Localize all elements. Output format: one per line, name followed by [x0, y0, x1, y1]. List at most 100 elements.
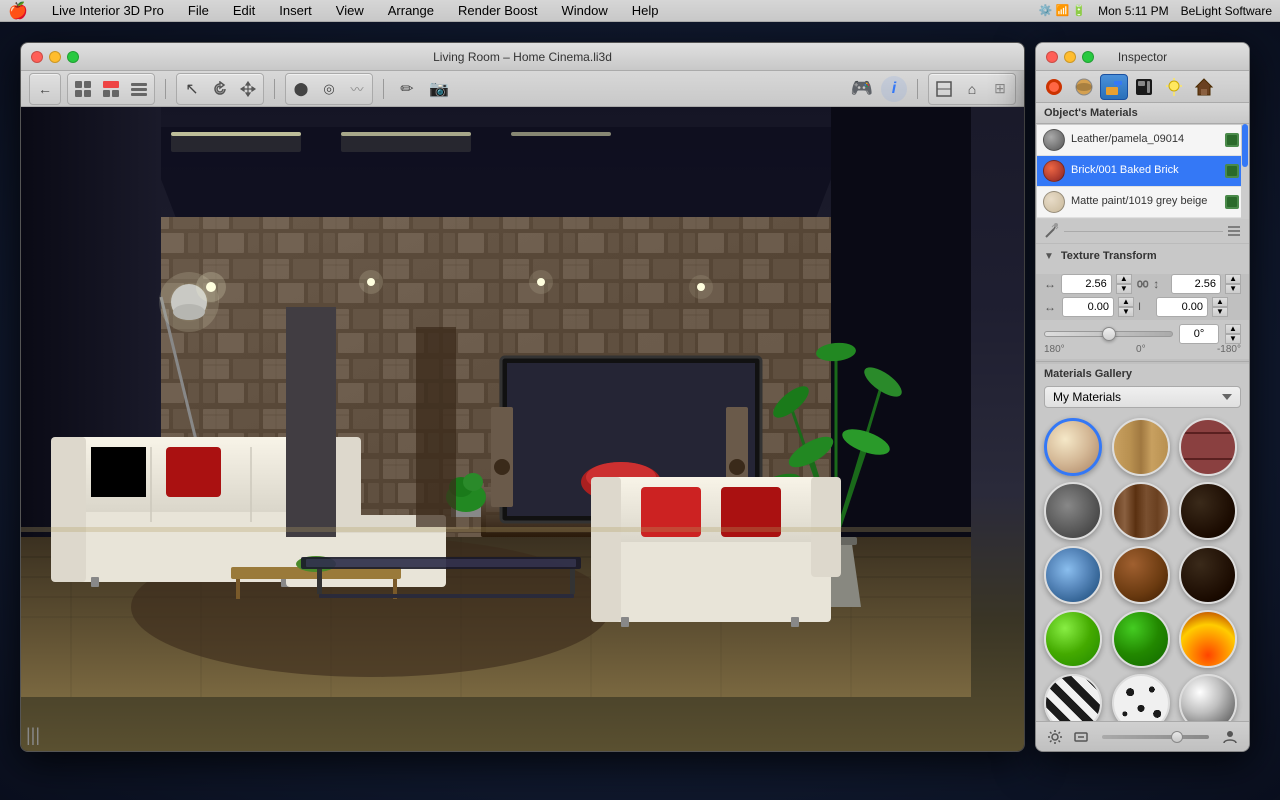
view-btn-1[interactable]: [931, 76, 957, 102]
material-name-leather: Leather/pamela_09014: [1071, 133, 1216, 146]
inspector-tab-house[interactable]: [1190, 74, 1218, 100]
menubar: 🍎 Live Interior 3D Pro File Edit Insert …: [0, 0, 1280, 22]
gallery-dropdown[interactable]: My Materials: [1044, 386, 1241, 408]
layout-btn-1[interactable]: [70, 76, 96, 102]
v-scale-input[interactable]: 2.56: [1171, 274, 1221, 294]
pen-tool[interactable]: ✏: [394, 76, 420, 102]
gallery-item-silver[interactable]: [1179, 674, 1237, 721]
draw-ring-tool[interactable]: ◎: [316, 76, 342, 102]
gallery-item-spots[interactable]: [1112, 674, 1170, 721]
view-btn-3[interactable]: ⊞: [987, 76, 1013, 102]
bottom-person-button[interactable]: [1219, 726, 1241, 748]
gallery-item-fire[interactable]: [1179, 610, 1237, 668]
draw-circle-tool[interactable]: ⬤: [288, 76, 314, 102]
gallery-item-sphere-brown[interactable]: [1112, 546, 1170, 604]
h-offset-input[interactable]: 0.00: [1062, 297, 1114, 317]
h-scale-down[interactable]: ▼: [1116, 284, 1132, 294]
v-scale-up[interactable]: ▲: [1225, 274, 1241, 284]
zoom-thumb[interactable]: [1171, 731, 1183, 743]
material-icon-brick[interactable]: [1222, 161, 1242, 181]
v-offset-stepper[interactable]: ▲ ▼: [1212, 297, 1228, 317]
gallery-item-wood-light[interactable]: [1112, 418, 1170, 476]
bottom-gear-button[interactable]: [1044, 726, 1066, 748]
rotation-up[interactable]: ▲: [1225, 324, 1241, 334]
back-button[interactable]: ←: [32, 76, 58, 102]
inspector-tab-texture[interactable]: [1130, 74, 1158, 100]
gallery-item-green-bright[interactable]: [1044, 610, 1102, 668]
layout-btn-2[interactable]: [98, 76, 124, 102]
apple-menu[interactable]: 🍎: [8, 1, 28, 21]
inspector-tab-sphere[interactable]: [1070, 74, 1098, 100]
h-scale-stepper[interactable]: ▲ ▼: [1116, 274, 1132, 294]
gallery-item-green-mid[interactable]: [1112, 610, 1170, 668]
maximize-button[interactable]: [67, 51, 79, 63]
h-offset-up[interactable]: ▲: [1118, 297, 1134, 307]
h-scale-up[interactable]: ▲: [1116, 274, 1132, 284]
info-button[interactable]: i: [881, 76, 907, 102]
inspector-toolbar: [1036, 71, 1249, 103]
inspector-maximize-button[interactable]: [1082, 51, 1094, 63]
gallery-item-beige[interactable]: [1044, 418, 1102, 476]
close-button[interactable]: [31, 51, 43, 63]
menu-render[interactable]: Render Boost: [454, 3, 542, 18]
objects-materials-header: Object's Materials: [1036, 103, 1249, 124]
inspector-minimize-button[interactable]: [1064, 51, 1076, 63]
chain-icon[interactable]: [1136, 277, 1149, 291]
gallery-label: Materials Gallery: [1044, 368, 1132, 380]
material-item-leather[interactable]: Leather/pamela_09014: [1037, 125, 1248, 156]
menu-view[interactable]: View: [332, 3, 368, 18]
gallery-item-sphere-dark[interactable]: [1179, 546, 1237, 604]
rotation-input[interactable]: 0°: [1179, 324, 1219, 344]
gallery-item-stone-grey[interactable]: [1044, 482, 1102, 540]
material-item-matte[interactable]: Matte paint/1019 grey beige: [1037, 187, 1248, 218]
inspector-titlebar: Inspector: [1036, 43, 1249, 71]
zoom-slider[interactable]: [1102, 735, 1209, 739]
rotate-tool[interactable]: [207, 76, 233, 102]
more-icon[interactable]: [1227, 224, 1241, 238]
v-offset-input[interactable]: 0.00: [1156, 297, 1208, 317]
gallery-item-wood-brown[interactable]: [1112, 482, 1170, 540]
h-offset-down[interactable]: ▼: [1118, 307, 1134, 317]
v-scale-down[interactable]: ▼: [1225, 284, 1241, 294]
material-item-brick[interactable]: Brick/001 Baked Brick: [1037, 156, 1248, 187]
inspector-tab-light[interactable]: [1160, 74, 1188, 100]
inspector-tab-paint[interactable]: [1100, 74, 1128, 100]
rotation-down[interactable]: ▼: [1225, 334, 1241, 344]
camera-tool[interactable]: 📷: [426, 76, 452, 102]
gallery-item-dark[interactable]: [1179, 482, 1237, 540]
menu-app[interactable]: Live Interior 3D Pro: [48, 3, 168, 18]
h-offset-stepper[interactable]: ▲ ▼: [1118, 297, 1134, 317]
gallery-item-zebra[interactable]: [1044, 674, 1102, 721]
material-swatch-matte: [1043, 191, 1065, 213]
menu-window[interactable]: Window: [558, 3, 612, 18]
move-tool[interactable]: [235, 76, 261, 102]
freeform-tool[interactable]: 〰: [344, 76, 370, 102]
menu-arrange[interactable]: Arrange: [384, 3, 438, 18]
menu-insert[interactable]: Insert: [275, 3, 316, 18]
gallery-item-water[interactable]: [1044, 546, 1102, 604]
menu-file[interactable]: File: [184, 3, 213, 18]
v-offset-down[interactable]: ▼: [1212, 307, 1228, 317]
rotation-stepper[interactable]: ▲ ▼: [1225, 324, 1241, 344]
bottom-expand-button[interactable]: [1070, 726, 1092, 748]
inspector-tab-materials[interactable]: [1040, 74, 1068, 100]
material-icon-leather[interactable]: [1222, 130, 1242, 150]
viewport[interactable]: |||: [21, 107, 1024, 751]
inspector-close-button[interactable]: [1046, 51, 1058, 63]
h-scale-input[interactable]: 2.56: [1061, 274, 1111, 294]
render-button[interactable]: 🎮: [849, 76, 875, 102]
menu-help[interactable]: Help: [628, 3, 663, 18]
v-offset-up[interactable]: ▲: [1212, 297, 1228, 307]
rotation-slider-thumb[interactable]: [1102, 327, 1116, 341]
gallery-item-brick[interactable]: [1179, 418, 1237, 476]
view-btn-2[interactable]: ⌂: [959, 76, 985, 102]
v-scale-stepper[interactable]: ▲ ▼: [1225, 274, 1241, 294]
layout-btn-3[interactable]: [126, 76, 152, 102]
rotation-slider-track[interactable]: [1044, 331, 1173, 337]
wand-icon[interactable]: [1044, 223, 1060, 239]
materials-scrollbar[interactable]: [1241, 124, 1249, 219]
menu-edit[interactable]: Edit: [229, 3, 259, 18]
material-icon-matte[interactable]: [1222, 192, 1242, 212]
select-tool[interactable]: ↖: [179, 76, 205, 102]
minimize-button[interactable]: [49, 51, 61, 63]
